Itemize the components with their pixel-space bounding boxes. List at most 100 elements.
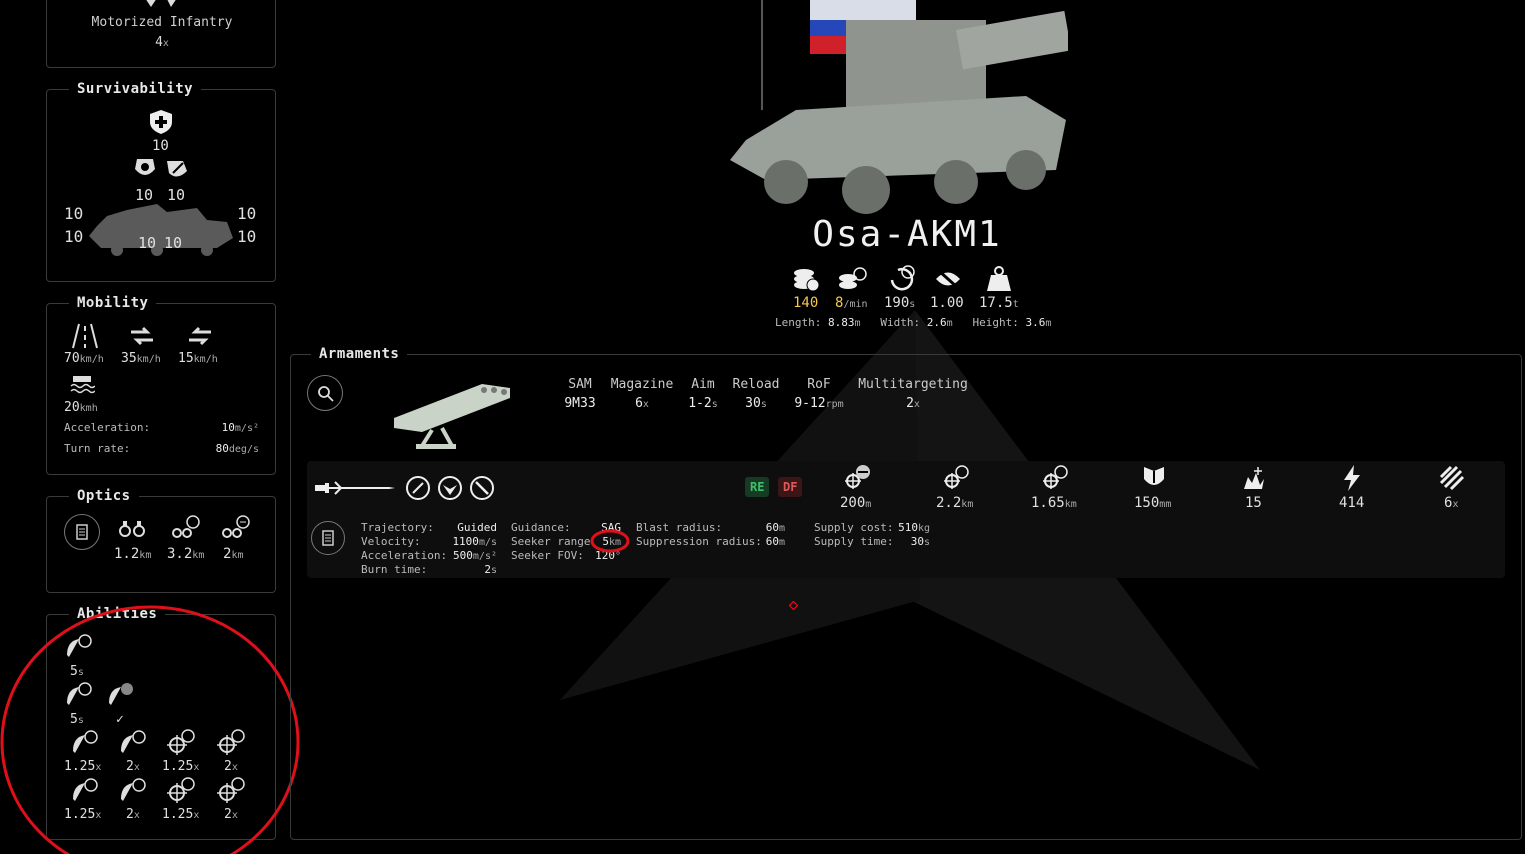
search-icon <box>318 386 334 402</box>
ammo-salvo: 6x <box>1444 495 1459 511</box>
stealth-eye-icon <box>936 268 960 290</box>
surv-top: 10 <box>152 138 169 154</box>
optics-heli: 3.2km <box>167 546 205 562</box>
transport-panel: Motorized Infantry 4x <box>46 0 276 68</box>
surv-bottom-left: 10 <box>138 234 157 252</box>
df-badge: DF <box>778 477 803 497</box>
acceleration-value: 10m/s² <box>221 421 259 434</box>
dimensions-row: Length: 8.83m Width: 2.6m Height: 3.6m <box>775 316 1052 329</box>
length-label: Length: <box>775 316 822 329</box>
turn-rate-value: 80deg/s <box>215 442 259 455</box>
target-missile-icon <box>470 476 494 500</box>
trajectory-value: Guided <box>457 521 497 534</box>
blast-value: 60m <box>765 521 785 534</box>
respawn-timer-icon <box>890 265 915 291</box>
income-timer-icon <box>839 267 867 289</box>
col-sam-value: 9M33 <box>564 396 596 411</box>
ammo-penetration: 150mm <box>1134 495 1172 511</box>
rough-terrain-icon <box>189 326 211 346</box>
ammo-range-air: 1.65km <box>1031 495 1077 511</box>
col-aim-value: 1-2s <box>688 396 718 411</box>
he-damage-icon <box>1244 467 1264 489</box>
col-reload-label: Reload <box>732 377 780 392</box>
stat-weight: 17.5t <box>979 295 1019 311</box>
mobility-panel: Mobility 70km/h 35km/h 15km/h 20kmh Acce… <box>46 295 276 475</box>
optics-info-button[interactable] <box>64 514 100 550</box>
armaments-title: Armaments <box>311 346 408 362</box>
surv-bottom-right: 10 <box>164 234 183 252</box>
survivability-panel: Survivability 10 10 10 10 10 10 10 10 10 <box>46 81 276 282</box>
stat-stealth: 1.00 <box>930 295 964 311</box>
optics-ground: 1.2km <box>114 546 152 562</box>
range-heli-icon <box>944 465 969 489</box>
vehicle-silhouette-icon <box>89 204 233 256</box>
offroad-icon <box>131 326 153 346</box>
annotation-circle <box>590 529 630 553</box>
ammo-damage: 414 <box>1339 495 1365 511</box>
turn-rate-label: Turn rate: <box>64 442 131 455</box>
missile-icon <box>315 481 395 495</box>
optics-panel: Optics 1.2km 3.2km 2km <box>46 488 276 593</box>
min-range-icon <box>845 465 870 489</box>
velocity-value: 1100m/s <box>452 535 497 548</box>
stat-income: 8/min <box>835 295 868 311</box>
weight-icon <box>987 266 1011 291</box>
guidance-label: Guidance: <box>511 521 571 534</box>
unit-name: Osa-AKM1 <box>812 214 1002 255</box>
vehicle-image <box>730 0 1068 214</box>
amphibious-icon <box>70 376 95 394</box>
range-air-icon <box>1043 465 1068 489</box>
col-aim-label: Aim <box>691 377 715 392</box>
document-icon <box>76 524 88 540</box>
col-multitargeting-value: 2x <box>906 396 920 411</box>
penetration-icon <box>1144 467 1164 485</box>
annotation-ellipse <box>0 605 300 854</box>
width-label: Width: <box>880 316 921 329</box>
stat-cost: 140 <box>793 295 819 311</box>
health-shield-icon <box>150 110 172 134</box>
document-icon <box>322 530 334 546</box>
col-magazine-label: Magazine <box>610 377 674 392</box>
supply-time-value: 30s <box>910 535 930 548</box>
supply-cost-label: Supply cost: <box>814 521 894 534</box>
accel-value: 500m/s² <box>453 549 497 562</box>
suppression-value: 60m <box>765 535 785 548</box>
blast-label: Blast radius: <box>636 521 723 534</box>
supply-time-label: Supply time: <box>814 535 894 548</box>
col-rof-value: 9-12rpm <box>794 396 844 411</box>
ammo-info-button[interactable] <box>311 521 345 555</box>
width-value: 2.6 <box>926 316 947 329</box>
col-sam-label: SAM <box>568 377 592 392</box>
ammo-range-heli: 2.2km <box>936 495 974 511</box>
fire-resist-icon <box>135 159 155 175</box>
weapon-inspect-button[interactable] <box>307 375 343 411</box>
stat-respawn: 190s <box>884 295 916 311</box>
optics-title: Optics <box>69 488 139 504</box>
col-multitargeting-label: Multitargeting <box>858 377 968 392</box>
length-value: 8.83 <box>827 316 855 329</box>
seeker-range-label: Seeker range <box>511 535 591 548</box>
trajectory-label: Trajectory: <box>361 521 434 534</box>
surv-rear-bottom: 10 <box>237 227 257 246</box>
binoculars-air-icon <box>222 515 250 538</box>
mobility-title: Mobility <box>69 295 157 311</box>
cost-coins-icon <box>794 269 819 292</box>
seeker-fov-label: Seeker FOV: <box>511 549 584 562</box>
survivability-title: Survivability <box>69 81 202 97</box>
surv-rear-top: 10 <box>237 204 257 223</box>
cursor-marker <box>789 601 798 610</box>
infantry-icon <box>146 0 176 7</box>
speed-road: 70km/h <box>64 351 104 366</box>
target-air-icon <box>438 476 462 500</box>
transport-label: Motorized Infantry <box>91 15 233 30</box>
target-ground-icon <box>406 476 430 500</box>
binoculars-radar-icon <box>172 515 200 538</box>
accel-label: Acceleration: <box>361 549 448 562</box>
surv-front-bottom: 10 <box>64 227 84 246</box>
speed-water: 20kmh <box>64 400 98 415</box>
height-value: 3.6 <box>1025 316 1046 329</box>
ammo-min-range: 200m <box>840 495 872 511</box>
road-icon <box>72 323 98 349</box>
binoculars-icon <box>119 521 145 537</box>
supply-cost-value: 510kg <box>898 521 930 534</box>
